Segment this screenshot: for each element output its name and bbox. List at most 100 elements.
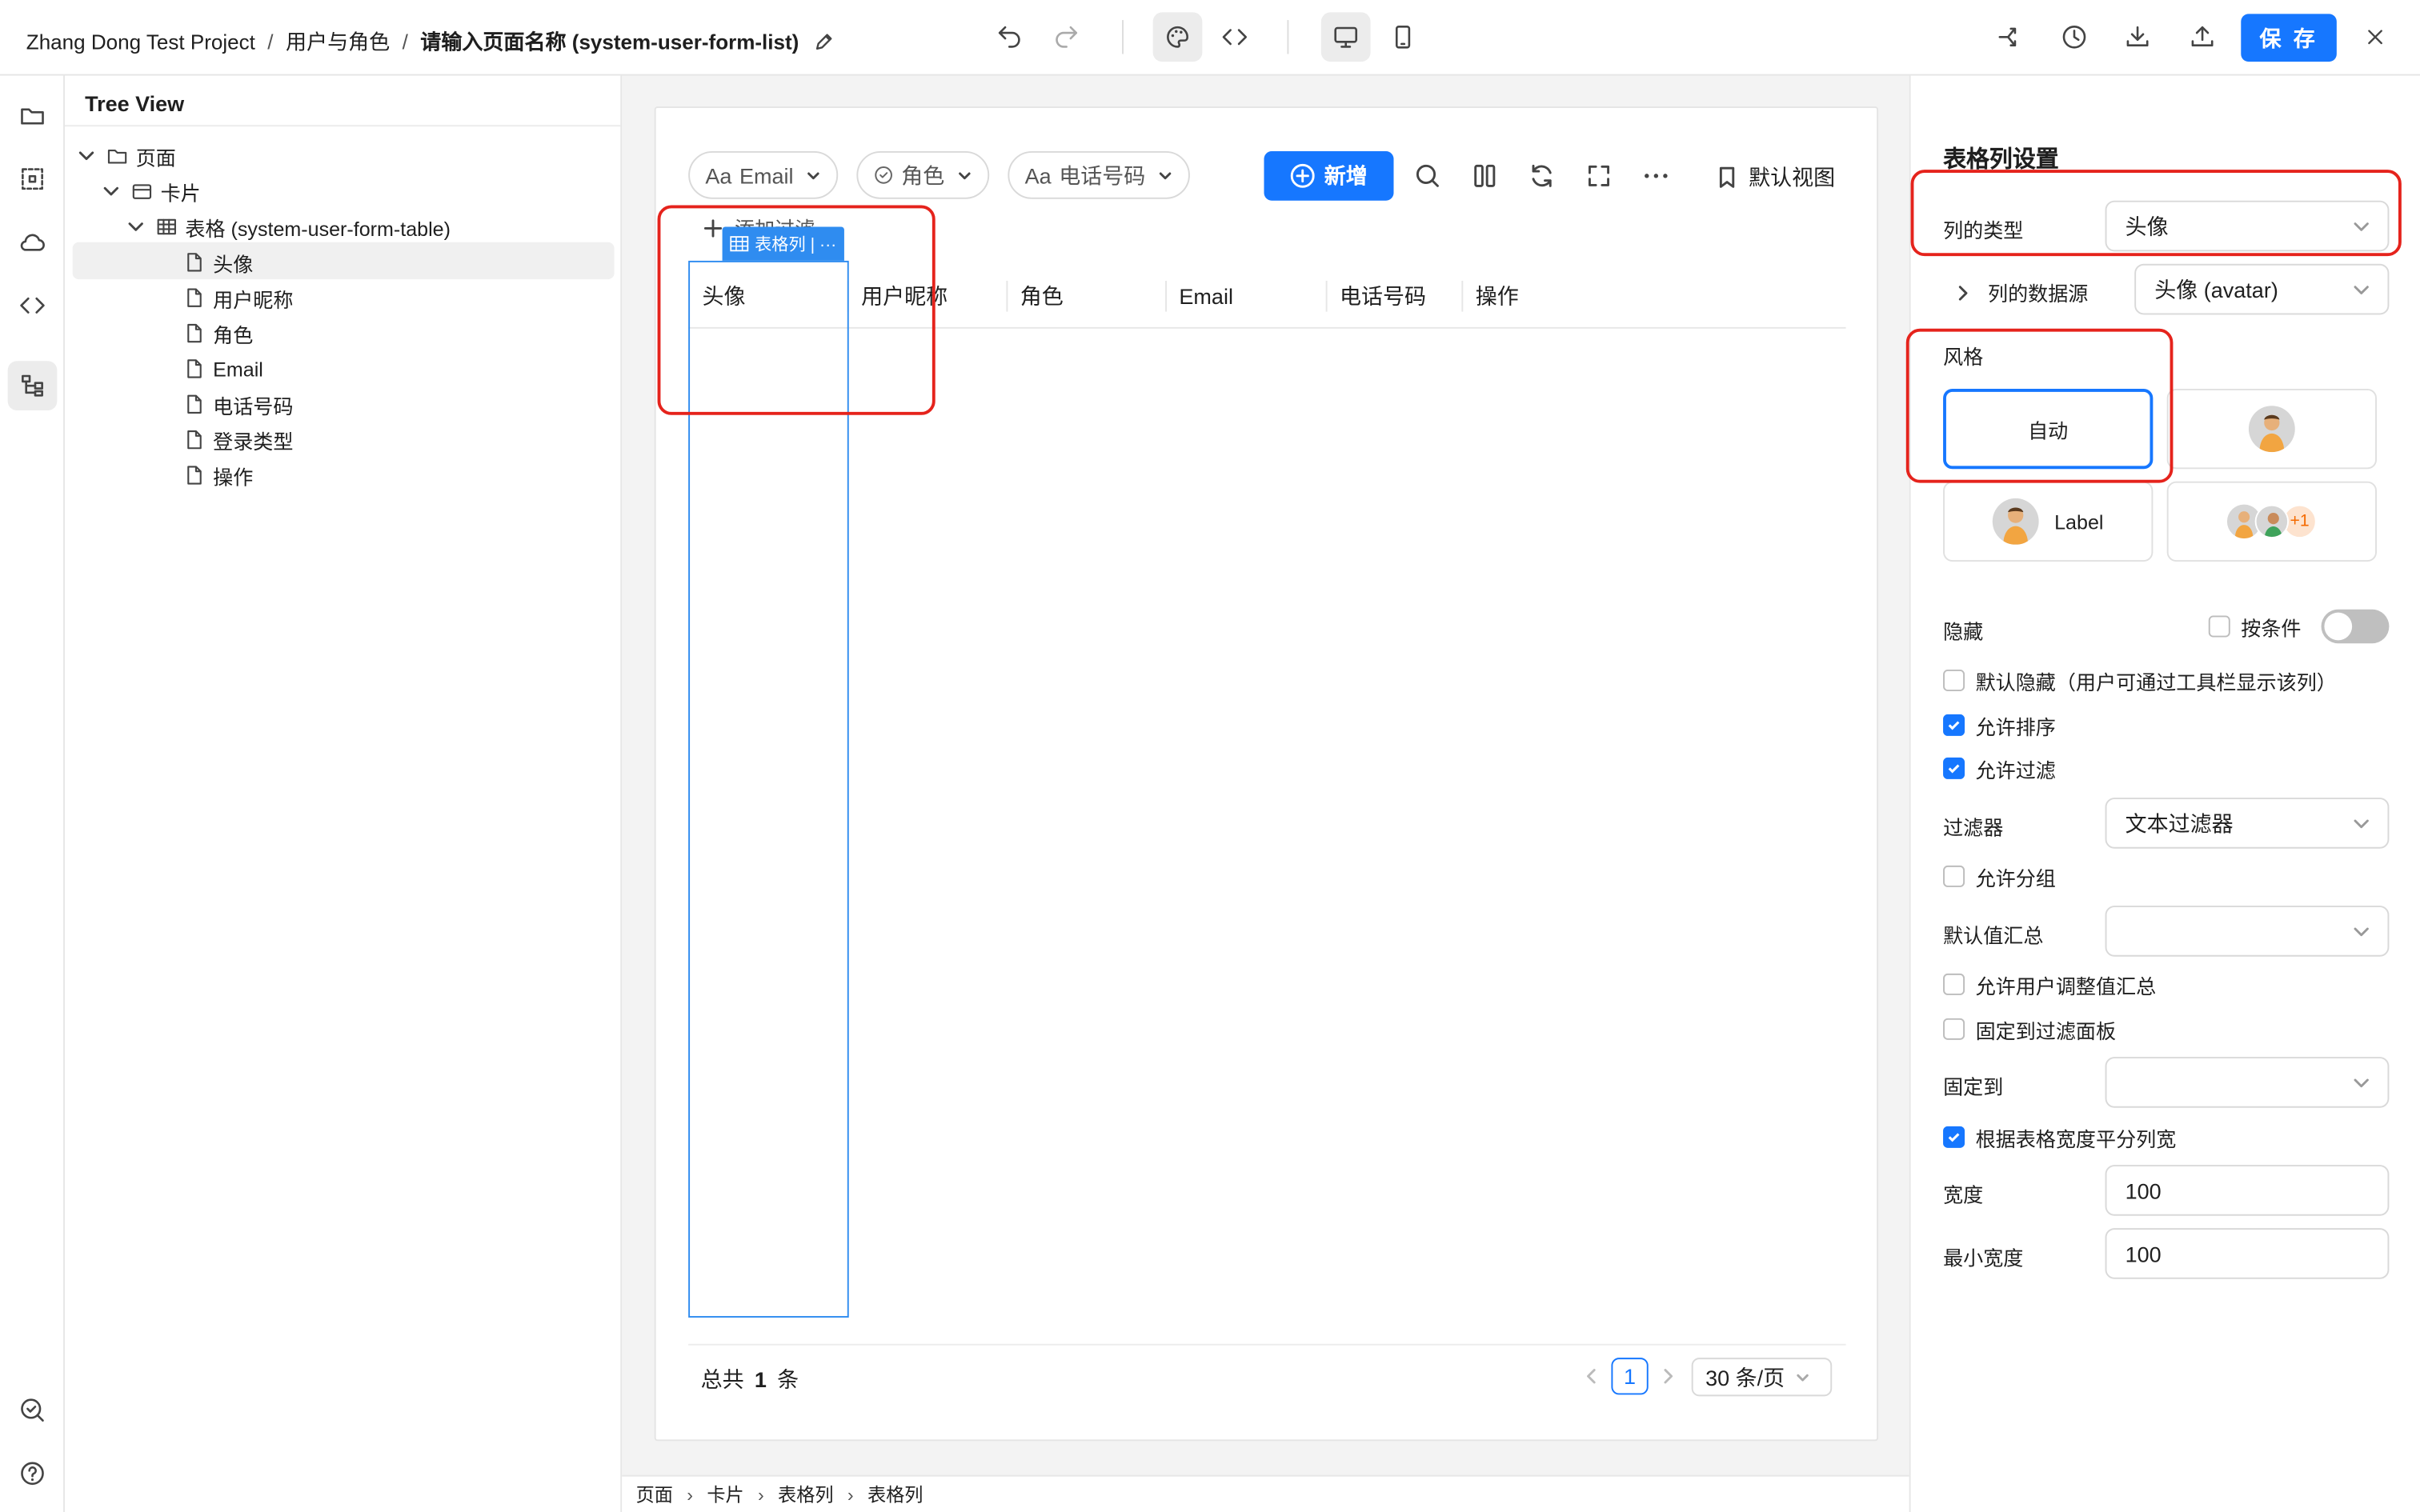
refresh-icon[interactable] xyxy=(1526,161,1557,192)
current-page[interactable]: 1 xyxy=(1611,1358,1649,1395)
checkbox[interactable] xyxy=(1943,1018,1965,1040)
breadcrumb-item[interactable]: 表格列 xyxy=(867,1481,923,1507)
check-search-icon[interactable] xyxy=(8,1386,58,1435)
filter-select[interactable]: 文本过滤器 xyxy=(2105,798,2390,849)
chevron-down-icon xyxy=(959,171,971,179)
datasource-select[interactable]: 头像 (avatar) xyxy=(2134,263,2390,315)
edit-pencil-icon[interactable] xyxy=(814,32,834,52)
allow-user-aggregate-checkbox[interactable]: 允许用户调整值汇总 xyxy=(1943,970,2156,998)
default-view-button[interactable]: 默认视图 xyxy=(1715,162,1835,193)
checkbox[interactable] xyxy=(2208,615,2230,638)
next-page-icon[interactable] xyxy=(1659,1367,1677,1386)
allow-group-checkbox[interactable]: 允许分组 xyxy=(1943,862,2056,890)
cloud-icon[interactable] xyxy=(8,218,58,267)
tree-icon[interactable] xyxy=(7,361,58,410)
allow-user-aggregate-label: 允许用户调整值汇总 xyxy=(1975,974,2157,998)
chevron-down-icon[interactable] xyxy=(100,181,122,202)
chevron-down-icon[interactable] xyxy=(75,145,97,166)
column-header-role[interactable]: 角色 xyxy=(1006,264,1064,329)
allow-sort-checkbox[interactable]: 允许排序 xyxy=(1943,711,2056,739)
style-label-text: Label xyxy=(2054,510,2104,534)
card[interactable]: Aa Email 角色 Aa 电话号码 新增 默认视图 头像 用户昵称 角色 E… xyxy=(654,106,1879,1442)
even-width-checkbox[interactable]: 根据表格宽度平分列宽 xyxy=(1943,1123,2176,1151)
selection-icon[interactable] xyxy=(8,154,58,204)
tree-node-action-column[interactable]: 操作 xyxy=(183,458,253,492)
tree-node-email-column[interactable]: Email xyxy=(183,352,263,386)
page-size-select[interactable]: 30 条/页 xyxy=(1691,1358,1833,1397)
code-icon[interactable] xyxy=(8,281,58,330)
column-header-phone[interactable]: 电话号码 xyxy=(1326,264,1426,329)
checkbox[interactable] xyxy=(1943,669,1965,691)
style-avatar-label-option[interactable]: Label xyxy=(1943,481,2154,562)
tree-node-phone-column[interactable]: 电话号码 xyxy=(183,387,293,421)
tree-node-nickname-column[interactable]: 用户昵称 xyxy=(183,281,293,314)
aggregate-select[interactable] xyxy=(2105,906,2390,957)
min-width-input[interactable]: 100 xyxy=(2105,1228,2390,1279)
width-input[interactable]: 100 xyxy=(2105,1165,2390,1216)
tree-node-page[interactable]: 页面 xyxy=(75,139,176,173)
breadcrumb-item[interactable]: 卡片 xyxy=(707,1481,743,1507)
branch-icon[interactable] xyxy=(1985,12,2034,62)
even-width-label: 根据表格宽度平分列宽 xyxy=(1975,1126,2177,1150)
search-icon[interactable] xyxy=(1412,161,1444,192)
checkbox-checked[interactable] xyxy=(1943,714,1965,736)
tree-node-card[interactable]: 卡片 xyxy=(100,174,201,208)
file-icon xyxy=(187,430,202,450)
checkbox-checked[interactable] xyxy=(1943,1126,1965,1148)
annotation-highlight xyxy=(1905,328,2174,483)
chevron-down-icon[interactable] xyxy=(125,216,146,238)
section-name[interactable]: 用户与角色 xyxy=(286,31,390,54)
more-icon[interactable] xyxy=(1641,161,1672,192)
filter-phone[interactable]: Aa 电话号码 xyxy=(1008,150,1191,199)
hidden-toggle[interactable] xyxy=(2321,609,2390,644)
palette-icon[interactable] xyxy=(1152,12,1203,62)
column-header-action[interactable]: 操作 xyxy=(1461,264,1519,329)
chevron-down-icon xyxy=(2354,1078,2369,1088)
page-name[interactable]: 请输入页面名称 (system-user-form-list) xyxy=(420,31,799,54)
breadcrumb-item[interactable]: 页面 xyxy=(636,1481,673,1507)
desktop-preview-icon[interactable] xyxy=(1320,12,1371,62)
checkbox[interactable] xyxy=(1943,865,1965,887)
file-icon xyxy=(187,359,202,378)
tree-selection-highlight xyxy=(72,242,615,280)
mobile-preview-icon[interactable] xyxy=(1378,12,1428,62)
conditional-checkbox[interactable]: 按条件 xyxy=(2208,613,2302,641)
datasource-value: 头像 (avatar) xyxy=(2154,277,2278,302)
tree-node-avatar-column[interactable]: 头像 xyxy=(183,246,253,279)
help-icon[interactable] xyxy=(8,1449,58,1498)
tree-node-table[interactable]: 表格 (system-user-form-table) xyxy=(125,210,451,243)
undo-icon[interactable] xyxy=(984,12,1034,62)
columns-icon[interactable] xyxy=(1469,161,1500,192)
upload-icon[interactable] xyxy=(2178,12,2227,62)
pin-select[interactable] xyxy=(2105,1057,2390,1108)
allow-filter-checkbox[interactable]: 允许过滤 xyxy=(1943,754,2056,782)
pin-filter-panel-checkbox[interactable]: 固定到过滤面板 xyxy=(1943,1015,2116,1043)
code-icon[interactable] xyxy=(1210,12,1260,62)
filter-role[interactable]: 角色 xyxy=(856,150,990,199)
tree-node-role-column[interactable]: 角色 xyxy=(183,316,253,350)
selected-column-outline[interactable] xyxy=(688,260,849,1318)
datasource-toggle[interactable]: 列的数据源 xyxy=(1954,278,2088,307)
total-number: 1 xyxy=(754,1366,767,1392)
column-header-email[interactable]: Email xyxy=(1165,264,1233,329)
avatar-icon xyxy=(2254,504,2290,539)
prev-page-icon[interactable] xyxy=(1582,1367,1601,1386)
fullscreen-icon[interactable] xyxy=(1584,161,1615,192)
history-icon[interactable] xyxy=(2049,12,2099,62)
style-avatar-option[interactable] xyxy=(2166,388,2377,470)
download-icon[interactable] xyxy=(2113,12,2162,62)
redo-icon[interactable] xyxy=(1042,12,1092,62)
save-button[interactable]: 保 存 xyxy=(2241,14,2337,62)
breadcrumb-item[interactable]: 表格列 xyxy=(778,1481,833,1507)
close-icon[interactable] xyxy=(2350,12,2400,62)
tree-node-login-type-column[interactable]: 登录类型 xyxy=(183,422,293,456)
filter-label: 过滤器 xyxy=(1943,816,2004,840)
folder-icon[interactable] xyxy=(8,91,58,141)
filter-email[interactable]: Aa Email xyxy=(688,150,839,199)
style-avatar-group-option[interactable]: +1 xyxy=(2166,481,2377,562)
default-hidden-checkbox[interactable]: 默认隐藏（用户可通过工具栏显示该列） xyxy=(1943,666,2337,694)
new-record-button[interactable]: 新增 xyxy=(1264,150,1394,201)
checkbox[interactable] xyxy=(1943,973,1965,995)
checkbox-checked[interactable] xyxy=(1943,757,1965,779)
project-name[interactable]: Zhang Dong Test Project xyxy=(26,31,255,54)
